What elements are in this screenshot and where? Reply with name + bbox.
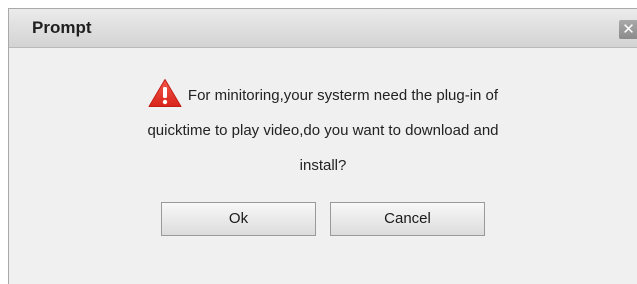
ok-button[interactable]: Ok [161,202,316,236]
cancel-button[interactable]: Cancel [330,202,485,236]
warning-icon [148,79,182,107]
message-text-1: For minitoring,your systerm need the plu… [187,87,499,104]
dialog-title: Prompt [32,18,92,37]
dialog-titlebar[interactable]: Prompt ✕ [9,9,637,48]
dialog-message: For minitoring,your systerm need the plu… [9,78,637,183]
message-text-2: quicktime to play video,do you want to d… [147,122,499,139]
dialog-buttons: Ok Cancel [9,202,637,236]
message-text-3: install? [299,157,347,174]
message-line-2: quicktime to play video,do you want to d… [9,113,637,148]
close-button[interactable]: ✕ [619,20,637,39]
close-icon: ✕ [622,20,635,38]
prompt-dialog: Prompt ✕ For minitoring,your systerm nee… [8,8,637,284]
message-line-1: For minitoring,your systerm need the plu… [9,78,637,113]
message-line-3: install? [9,148,637,183]
